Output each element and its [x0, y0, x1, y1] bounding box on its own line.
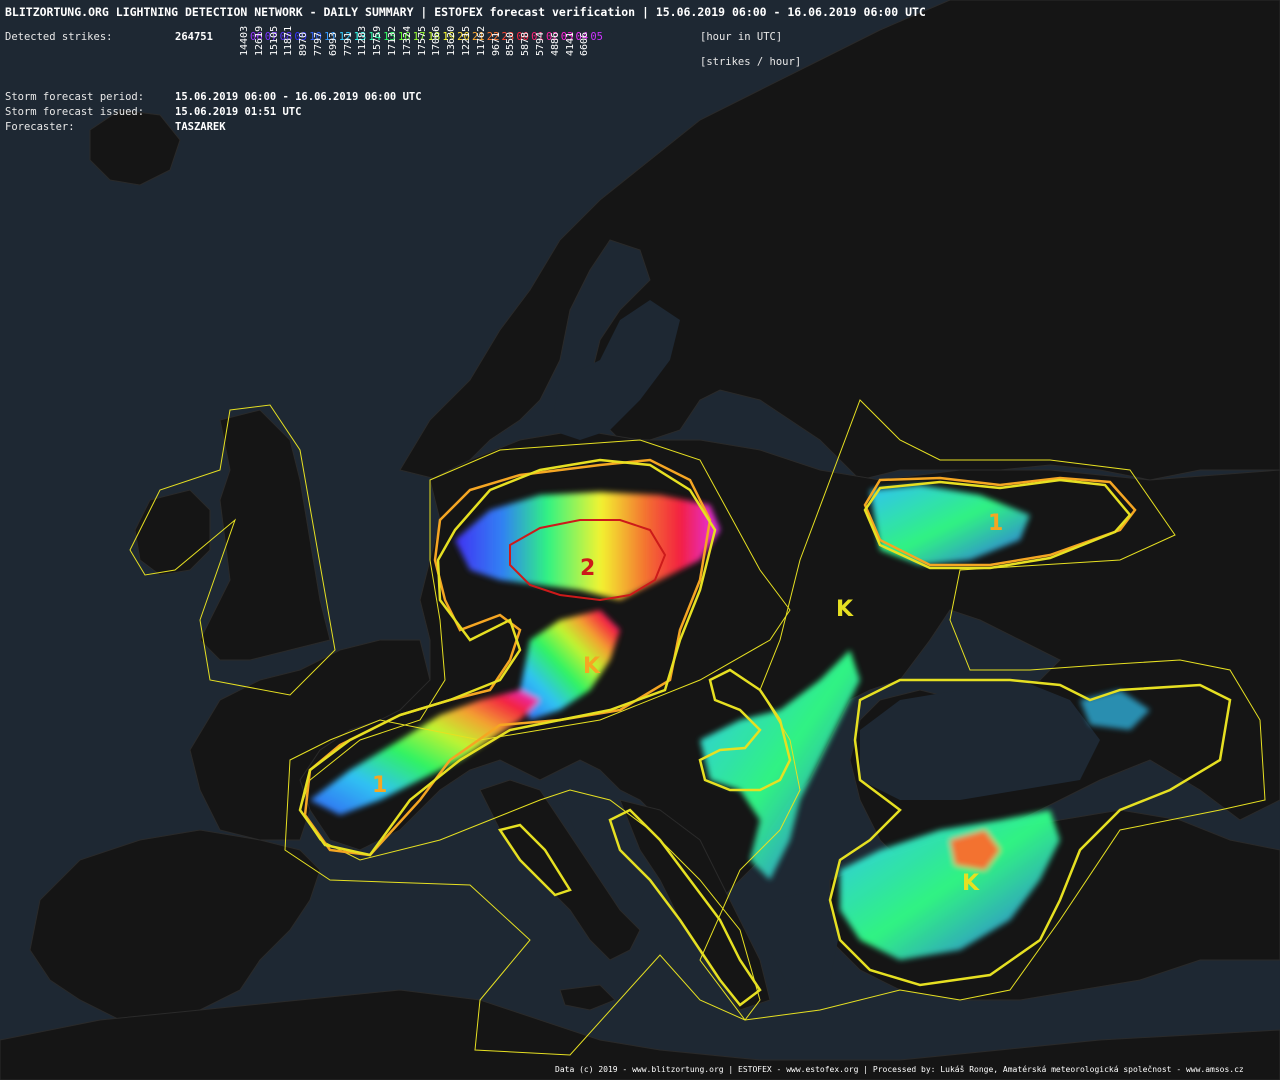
forecast-issued-label: Storm forecast issued: — [5, 106, 145, 118]
strike-count-item: 9671 — [490, 31, 502, 56]
strike-count-item: 11871 — [283, 25, 295, 56]
strike-count-item: 17324 — [401, 25, 413, 56]
forecast-label-k-turkey: K — [962, 871, 980, 896]
strike-unit-label: [strikes / hour] — [700, 56, 802, 68]
forecast-label-1-ukraine: 1 — [988, 511, 1003, 536]
lightning-map: 1 2 K K 1 1 K — [0, 0, 1280, 1080]
detected-strikes-label: Detected strikes: — [5, 31, 113, 43]
strike-count-item: 11283 — [357, 25, 369, 56]
detected-strikes-value: 264751 — [175, 31, 213, 43]
strike-count-item: 17575 — [416, 25, 428, 56]
hour-unit-label: [hour in UTC] — [700, 31, 783, 43]
strike-count-item: 17066 — [431, 25, 443, 56]
strike-count-item: 6606 — [579, 31, 591, 56]
forecaster-value: TASZAREK — [175, 121, 226, 133]
strike-count-item: 5878 — [520, 31, 532, 56]
forecast-label-k-central: K — [583, 654, 601, 679]
strike-count-item: 4141 — [564, 31, 576, 56]
strike-count-item: 12619 — [253, 25, 265, 56]
strike-count-item: 12215 — [461, 25, 472, 56]
strike-count-item: 13620 — [446, 25, 458, 56]
strike-count-item: 15759 — [372, 25, 384, 56]
strike-count-item: 15105 — [268, 25, 280, 56]
forecast-issued-value: 15.06.2019 01:51 UTC — [175, 106, 302, 118]
strike-count-item: 17132 — [387, 25, 398, 56]
strike-count-item: 7791 — [342, 31, 354, 56]
strike-count-item: 14403 — [239, 25, 250, 56]
hour-legend-item: 05 — [590, 31, 603, 43]
forecast-label-2-germany: 2 — [580, 556, 595, 581]
data-credits: Data (c) 2019 - www.blitzortung.org | ES… — [555, 1065, 1244, 1074]
map-title: BLITZORTUNG.ORG LIGHTNING DETECTION NETW… — [5, 5, 926, 19]
strike-count-item: 8970 — [298, 31, 310, 56]
strike-count-item: 11762 — [475, 25, 487, 56]
strike-count-item: 5794 — [535, 31, 546, 56]
forecast-label-1-france: 1 — [372, 773, 387, 798]
forecaster-label: Forecaster: — [5, 121, 75, 133]
strike-count-item: 6993 — [327, 31, 339, 56]
forecast-period-label: Storm forecast period: — [5, 91, 145, 103]
forecast-label-k-east: K — [836, 597, 854, 622]
strike-count-item: 7797 — [313, 31, 324, 56]
strike-count-item: 8550 — [505, 31, 517, 56]
forecast-period-value: 15.06.2019 06:00 - 16.06.2019 06:00 UTC — [175, 91, 422, 103]
strike-count-item: 4886 — [549, 31, 561, 56]
